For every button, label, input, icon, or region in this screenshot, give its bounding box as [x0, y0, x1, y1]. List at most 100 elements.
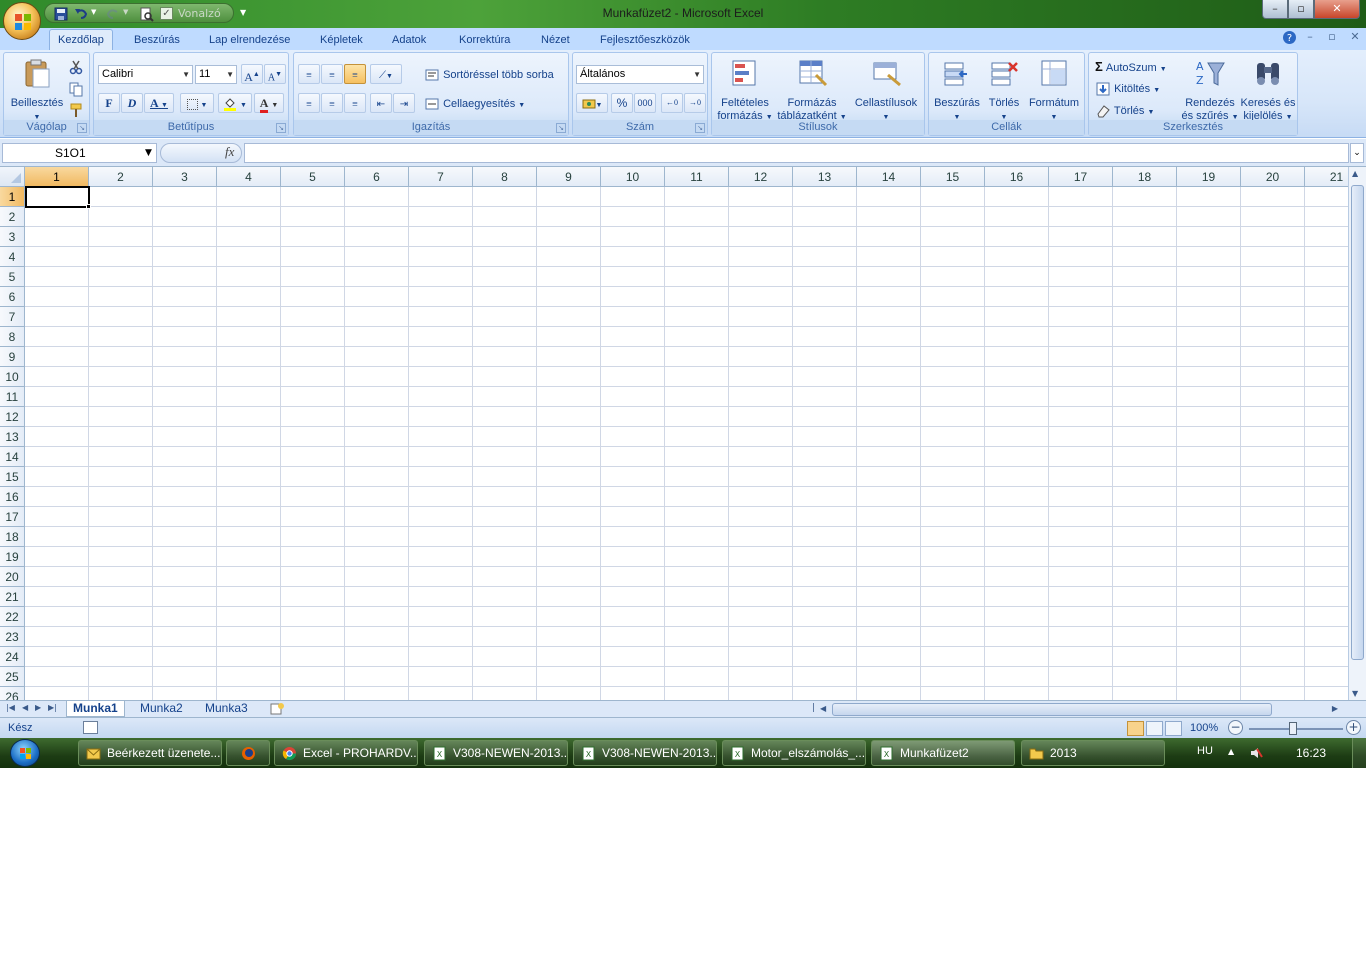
taskbar-item-excel-active[interactable]: X Munkafüzet2 [871, 740, 1015, 766]
row-header[interactable]: 14 [0, 447, 25, 467]
show-desktop-button[interactable] [1352, 738, 1366, 768]
row-header[interactable]: 23 [0, 627, 25, 647]
column-header[interactable]: 12 [729, 167, 793, 187]
number-format-select[interactable]: Általános ▼ [576, 65, 704, 84]
format-painter-icon[interactable] [68, 102, 84, 118]
taskbar-item-excel-1[interactable]: X V308-NEWEN-2013... [424, 740, 568, 766]
row-header[interactable]: 10 [0, 367, 25, 387]
insert-sheet-icon[interactable] [268, 702, 286, 716]
tab-review[interactable]: Korrektúra [451, 32, 518, 50]
page-layout-view-button[interactable] [1146, 721, 1163, 736]
fill-color-button[interactable]: ▼ [218, 93, 252, 113]
merge-cells-button[interactable]: Cellaegyesítés ▼ [424, 96, 525, 112]
tab-data[interactable]: Adatok [384, 32, 434, 50]
prev-sheet-icon[interactable]: ◀ [22, 703, 28, 712]
page-break-view-button[interactable] [1165, 721, 1182, 736]
row-header[interactable]: 26 [0, 687, 25, 700]
column-header[interactable]: 1 [25, 167, 89, 187]
format-as-table-button[interactable]: Formázás táblázatként ▼ [776, 57, 848, 124]
tab-formulas[interactable]: Képletek [312, 32, 371, 50]
row-header[interactable]: 17 [0, 507, 25, 527]
increase-indent-button[interactable]: ⇥ [393, 93, 415, 113]
row-header[interactable]: 9 [0, 347, 25, 367]
format-cells-button[interactable]: Formátum ▼ [1025, 57, 1083, 124]
normal-view-button[interactable] [1127, 721, 1144, 736]
align-middle-button[interactable]: ≡ [321, 64, 343, 84]
font-launcher-icon[interactable]: ↘ [276, 123, 286, 133]
row-header[interactable]: 2 [0, 207, 25, 227]
tab-home[interactable]: Kezdőlap [49, 29, 113, 50]
taskbar-item-excel-2[interactable]: X V308-NEWEN-2013... [573, 740, 717, 766]
sheet-tab-munka1[interactable]: Munka1 [66, 701, 125, 717]
sheet-tab-munka2[interactable]: Munka2 [134, 701, 189, 717]
horizontal-scrollbar[interactable]: | ◀ ▶ [812, 703, 1346, 716]
column-header[interactable]: 2 [89, 167, 153, 187]
align-left-button[interactable]: ≡ [298, 93, 320, 113]
first-sheet-icon[interactable]: |◀ [6, 703, 15, 712]
workbook-minimize-icon[interactable]: – [1301, 30, 1319, 46]
row-header[interactable]: 3 [0, 227, 25, 247]
start-button[interactable] [6, 738, 46, 768]
horizontal-scroll-thumb[interactable] [832, 703, 1272, 716]
select-all-button[interactable] [0, 167, 25, 187]
column-header[interactable]: 11 [665, 167, 729, 187]
column-header[interactable]: 15 [921, 167, 985, 187]
row-header[interactable]: 21 [0, 587, 25, 607]
taskbar-item-mail[interactable]: Beérkezett üzenete... [78, 740, 222, 766]
align-bottom-button[interactable]: ≡ [344, 64, 366, 84]
cell-area[interactable] [25, 187, 1348, 700]
underline-button[interactable]: A ▼ [144, 93, 174, 113]
insert-function-button[interactable]: fx [225, 144, 234, 160]
scroll-down-icon[interactable]: ▼ [1352, 689, 1358, 698]
expand-formula-bar-icon[interactable]: ⌄ [1350, 143, 1364, 163]
font-color-button[interactable]: A ▼ [254, 93, 284, 113]
sheet-tab-munka3[interactable]: Munka3 [199, 701, 254, 717]
decrease-decimal-button[interactable]: →0 [684, 93, 706, 113]
column-header[interactable]: 7 [409, 167, 473, 187]
close-button[interactable]: ✕ [1314, 0, 1360, 19]
zoom-in-button[interactable]: + [1346, 720, 1361, 735]
column-header[interactable]: 13 [793, 167, 857, 187]
fill-button[interactable]: Kitöltés ▼ [1095, 81, 1160, 97]
column-header[interactable]: 9 [537, 167, 601, 187]
column-header[interactable]: 8 [473, 167, 537, 187]
formula-input[interactable] [244, 143, 1349, 163]
scroll-right-icon[interactable]: ▶ [1332, 704, 1338, 713]
row-header[interactable]: 19 [0, 547, 25, 567]
orientation-button[interactable]: ⟋▼ [370, 64, 402, 84]
row-header[interactable]: 15 [0, 467, 25, 487]
row-header[interactable]: 8 [0, 327, 25, 347]
workbook-restore-icon[interactable]: ▫ [1323, 30, 1341, 46]
fill-handle[interactable] [86, 204, 91, 209]
paste-button[interactable]: Beillesztés ▼ [7, 57, 67, 124]
scroll-up-icon[interactable]: ▲ [1352, 169, 1358, 178]
row-header[interactable]: 1 [0, 187, 25, 207]
scroll-left-icon[interactable]: ◀ [820, 704, 826, 713]
tab-page-layout[interactable]: Lap elrendezése [201, 32, 298, 50]
insert-cells-button[interactable]: Beszúrás ▼ [931, 57, 983, 124]
row-header[interactable]: 11 [0, 387, 25, 407]
zoom-level[interactable]: 100% [1190, 722, 1218, 734]
cell-styles-button[interactable]: Cellastílusok ▼ [850, 57, 922, 124]
maximize-button[interactable]: ▫ [1288, 0, 1314, 19]
column-header[interactable]: 14 [857, 167, 921, 187]
column-header[interactable]: 5 [281, 167, 345, 187]
row-header[interactable]: 6 [0, 287, 25, 307]
office-button[interactable] [3, 2, 41, 40]
taskbar-item-chrome[interactable]: Excel - PROHARDV... [274, 740, 418, 766]
active-cell[interactable] [25, 186, 90, 208]
sort-filter-button[interactable]: AZ Rendezés és szűrés ▼ [1181, 57, 1239, 124]
shrink-font-button[interactable]: A▼ [264, 64, 286, 84]
row-header[interactable]: 7 [0, 307, 25, 327]
row-header[interactable]: 18 [0, 527, 25, 547]
workbook-close-icon[interactable]: ✕ [1346, 30, 1364, 46]
row-header[interactable]: 22 [0, 607, 25, 627]
zoom-out-button[interactable]: − [1228, 720, 1243, 735]
row-header[interactable]: 13 [0, 427, 25, 447]
accounting-format-button[interactable]: ▼ [576, 93, 608, 113]
taskbar-item-folder[interactable]: 2013 [1021, 740, 1165, 766]
column-header[interactable]: 19 [1177, 167, 1241, 187]
autosum-button[interactable]: Σ AutoSzum ▼ [1095, 59, 1167, 74]
wrap-text-button[interactable]: Sortöréssel több sorba [424, 67, 554, 83]
column-header[interactable]: 20 [1241, 167, 1305, 187]
